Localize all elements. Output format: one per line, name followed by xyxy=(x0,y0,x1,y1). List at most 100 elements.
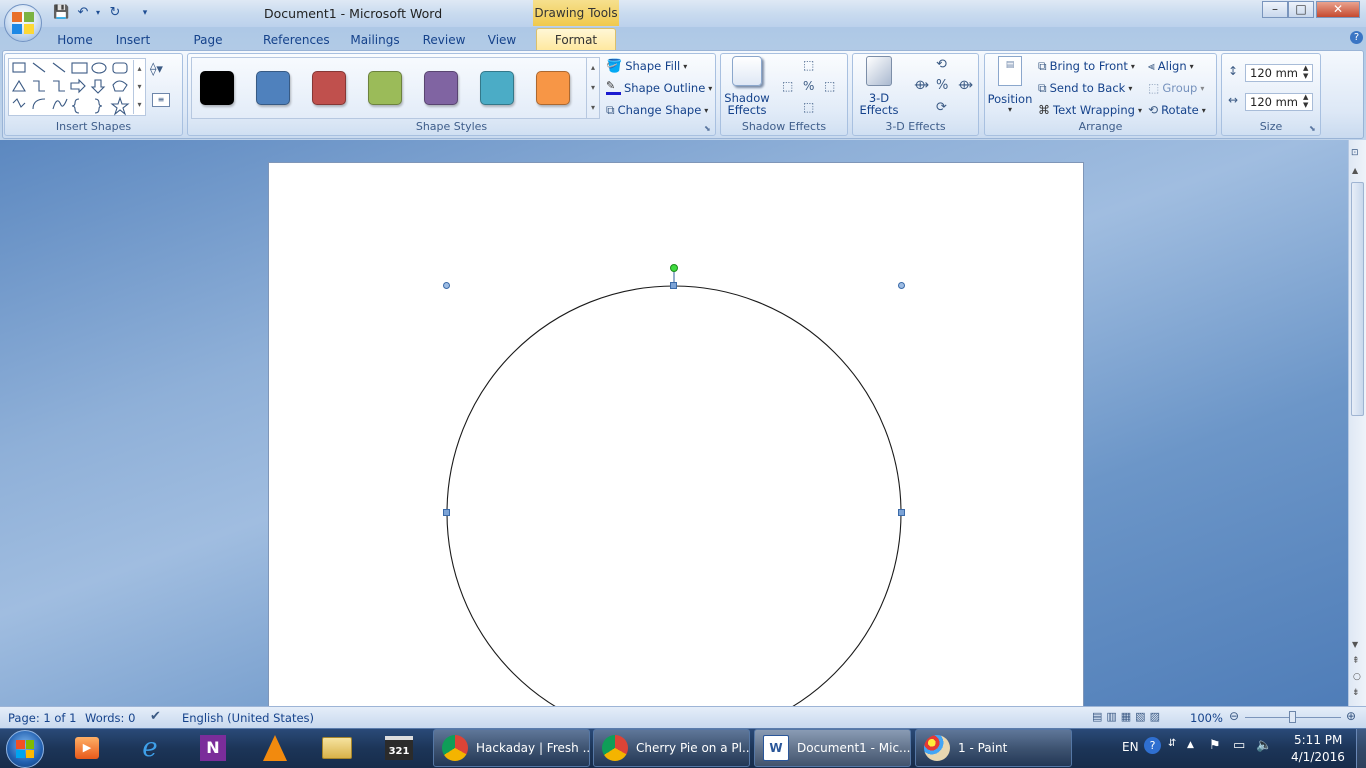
shape-style-swatch[interactable] xyxy=(368,71,402,105)
tab-references[interactable]: References xyxy=(263,30,330,50)
tab-home[interactable]: Home xyxy=(56,30,94,50)
height-spinner-icon[interactable]: ▲ ▼ xyxy=(1303,64,1308,80)
undo-icon[interactable]: ↶ xyxy=(75,5,91,21)
nudge-shadow-left-icon[interactable]: ⬚ xyxy=(782,79,793,93)
resize-handle-nw[interactable] xyxy=(443,282,450,289)
taskbar-task-cherry-pie[interactable]: Cherry Pie on a Pl... xyxy=(593,729,750,767)
language-status[interactable]: English (United States) xyxy=(182,711,314,725)
clock-time[interactable]: 5:11 PM xyxy=(1294,733,1342,747)
nudge-shadow-down-icon[interactable]: ⬚ xyxy=(803,100,814,114)
styles-scroll[interactable]: ▴ ▾ ▾ xyxy=(586,58,599,118)
clock-date[interactable]: 4/1/2016 xyxy=(1291,750,1345,764)
help-icon[interactable]: ? xyxy=(1350,31,1363,44)
media-player-classic-icon[interactable]: 321 xyxy=(378,731,420,765)
tab-mailings[interactable]: Mailings xyxy=(348,30,402,50)
tab-insert[interactable]: Insert xyxy=(113,30,153,50)
tilt-left-icon[interactable]: ⟴ xyxy=(914,78,929,93)
shape-style-swatch[interactable] xyxy=(256,71,290,105)
resize-handle-ne[interactable] xyxy=(898,282,905,289)
redo-icon[interactable]: ↻ xyxy=(107,5,123,21)
tab-review[interactable]: Review xyxy=(421,30,467,50)
change-shape-button[interactable]: ⧉ Change Shape ▾ xyxy=(606,101,714,119)
shadow-toggle-icon[interactable]: % xyxy=(803,79,814,93)
taskbar-task-hackaday[interactable]: Hackaday | Fresh ... xyxy=(433,729,590,767)
zoom-out-icon[interactable]: ⊖ xyxy=(1229,709,1239,723)
ruler-toggle-icon[interactable]: ⊡ xyxy=(1351,148,1363,160)
size-dialog-launcher-icon[interactable]: ⬊ xyxy=(1309,124,1316,133)
3d-toggle-icon[interactable]: % xyxy=(936,78,948,93)
onenote-icon[interactable]: N xyxy=(192,731,234,765)
media-player-icon[interactable]: ▶ xyxy=(66,731,108,765)
shape-fill-button[interactable]: 🪣 Shape Fill ▾ xyxy=(606,57,714,75)
nudge-shadow-right-icon[interactable]: ⬚ xyxy=(824,79,835,93)
scroll-down-icon[interactable]: ▼ xyxy=(1352,640,1358,649)
zoom-level[interactable]: 100% xyxy=(1190,711,1223,725)
send-to-back-button[interactable]: ⧉ Send to Back ▾ xyxy=(1038,79,1148,97)
width-spinner-icon[interactable]: ▲ ▼ xyxy=(1303,93,1308,109)
taskbar-task-word[interactable]: W Document1 - Mic... xyxy=(754,729,911,767)
shape-outline-button[interactable]: ✎ Shape Outline ▾ xyxy=(606,79,714,97)
gallery-scroll[interactable]: ▴ ▾ ▾ xyxy=(133,60,145,114)
maximize-button[interactable]: □ xyxy=(1288,1,1314,18)
action-center-flag-icon[interactable]: ⚑ xyxy=(1209,738,1221,753)
tilt-up-icon[interactable]: ⟲ xyxy=(936,57,947,72)
proofing-icon[interactable]: ✔ xyxy=(150,709,161,724)
shape-style-swatch[interactable] xyxy=(480,71,514,105)
file-explorer-icon[interactable] xyxy=(316,731,358,765)
office-button[interactable] xyxy=(4,4,42,42)
3d-effects-button[interactable]: 3-D Effects xyxy=(856,56,902,118)
tab-view[interactable]: View xyxy=(486,30,518,50)
circle-shape[interactable] xyxy=(269,163,1085,723)
previous-page-icon[interactable]: ⇞ xyxy=(1352,656,1360,666)
volume-icon[interactable]: 🔈 xyxy=(1256,738,1272,753)
word-count[interactable]: Words: 0 xyxy=(85,711,135,725)
input-language[interactable]: EN xyxy=(1122,740,1139,754)
view-buttons-icon[interactable]: ▤▥▦▧▨ xyxy=(1092,710,1164,723)
resize-handle-e[interactable] xyxy=(898,509,905,516)
shape-style-swatch[interactable] xyxy=(200,71,234,105)
shape-style-swatch[interactable] xyxy=(312,71,346,105)
page-count[interactable]: Page: 1 of 1 xyxy=(8,711,76,725)
close-button[interactable]: ✕ xyxy=(1316,1,1360,18)
tray-options-icon[interactable]: ⇵ xyxy=(1168,738,1176,749)
tilt-down-icon[interactable]: ⟳ xyxy=(936,100,947,115)
text-box-icon[interactable]: ≡ xyxy=(152,93,170,107)
zoom-in-icon[interactable]: ⊕ xyxy=(1346,709,1356,723)
edit-shape-icon[interactable]: ⟠▾ xyxy=(150,62,176,82)
scroll-up-icon[interactable]: ▲ xyxy=(1352,166,1358,175)
zoom-slider-thumb[interactable] xyxy=(1289,711,1296,723)
resize-handle-w[interactable] xyxy=(443,509,450,516)
text-wrapping-button[interactable]: ⌘ Text Wrapping ▾ xyxy=(1038,101,1148,119)
help-tray-icon[interactable]: ? xyxy=(1144,737,1161,754)
customize-qat-icon[interactable]: ▾ xyxy=(137,5,153,21)
shadow-effects-button[interactable]: Shadow Effects xyxy=(724,56,770,118)
resize-handle-n[interactable] xyxy=(670,282,677,289)
align-button[interactable]: ⫷ Align ▾ xyxy=(1148,57,1214,75)
rotate-button[interactable]: ⟲ Rotate ▾ xyxy=(1148,101,1214,119)
bring-to-front-button[interactable]: ⧉ Bring to Front ▾ xyxy=(1038,57,1148,75)
next-page-icon[interactable]: ⇟ xyxy=(1352,688,1360,698)
dialog-launcher-icon[interactable]: ⬊ xyxy=(704,124,711,133)
save-icon[interactable]: 💾 xyxy=(53,5,69,21)
network-icon[interactable]: ▭ xyxy=(1233,738,1245,753)
internet-explorer-icon[interactable]: e xyxy=(129,731,171,765)
show-hidden-icons-icon[interactable]: ▲ xyxy=(1187,740,1194,750)
shapes-gallery[interactable] xyxy=(8,58,146,116)
vlc-icon[interactable] xyxy=(254,731,296,765)
shape-style-swatch[interactable] xyxy=(536,71,570,105)
show-desktop-button[interactable] xyxy=(1356,729,1366,768)
document-page[interactable] xyxy=(268,162,1085,723)
tab-format[interactable]: Format xyxy=(536,28,616,52)
tilt-right-icon[interactable]: ⟴ xyxy=(958,78,973,93)
select-browse-object-icon[interactable]: ○ xyxy=(1353,672,1361,682)
start-button[interactable] xyxy=(6,730,44,768)
circle-outline[interactable] xyxy=(446,285,902,723)
vertical-scrollbar[interactable]: ⊡ ▲ ▼ ⇞ ○ ⇟ xyxy=(1348,140,1366,706)
undo-dropdown-icon[interactable]: ▾ xyxy=(90,5,106,21)
shape-style-swatch[interactable] xyxy=(424,71,458,105)
taskbar-task-paint[interactable]: 1 - Paint xyxy=(915,729,1072,767)
position-button[interactable]: ▤ Position ▾ xyxy=(987,56,1033,118)
tab-page-layout[interactable]: Page Layout xyxy=(172,30,244,67)
rotation-handle[interactable] xyxy=(670,264,678,272)
nudge-shadow-up-icon[interactable]: ⬚ xyxy=(803,58,814,72)
